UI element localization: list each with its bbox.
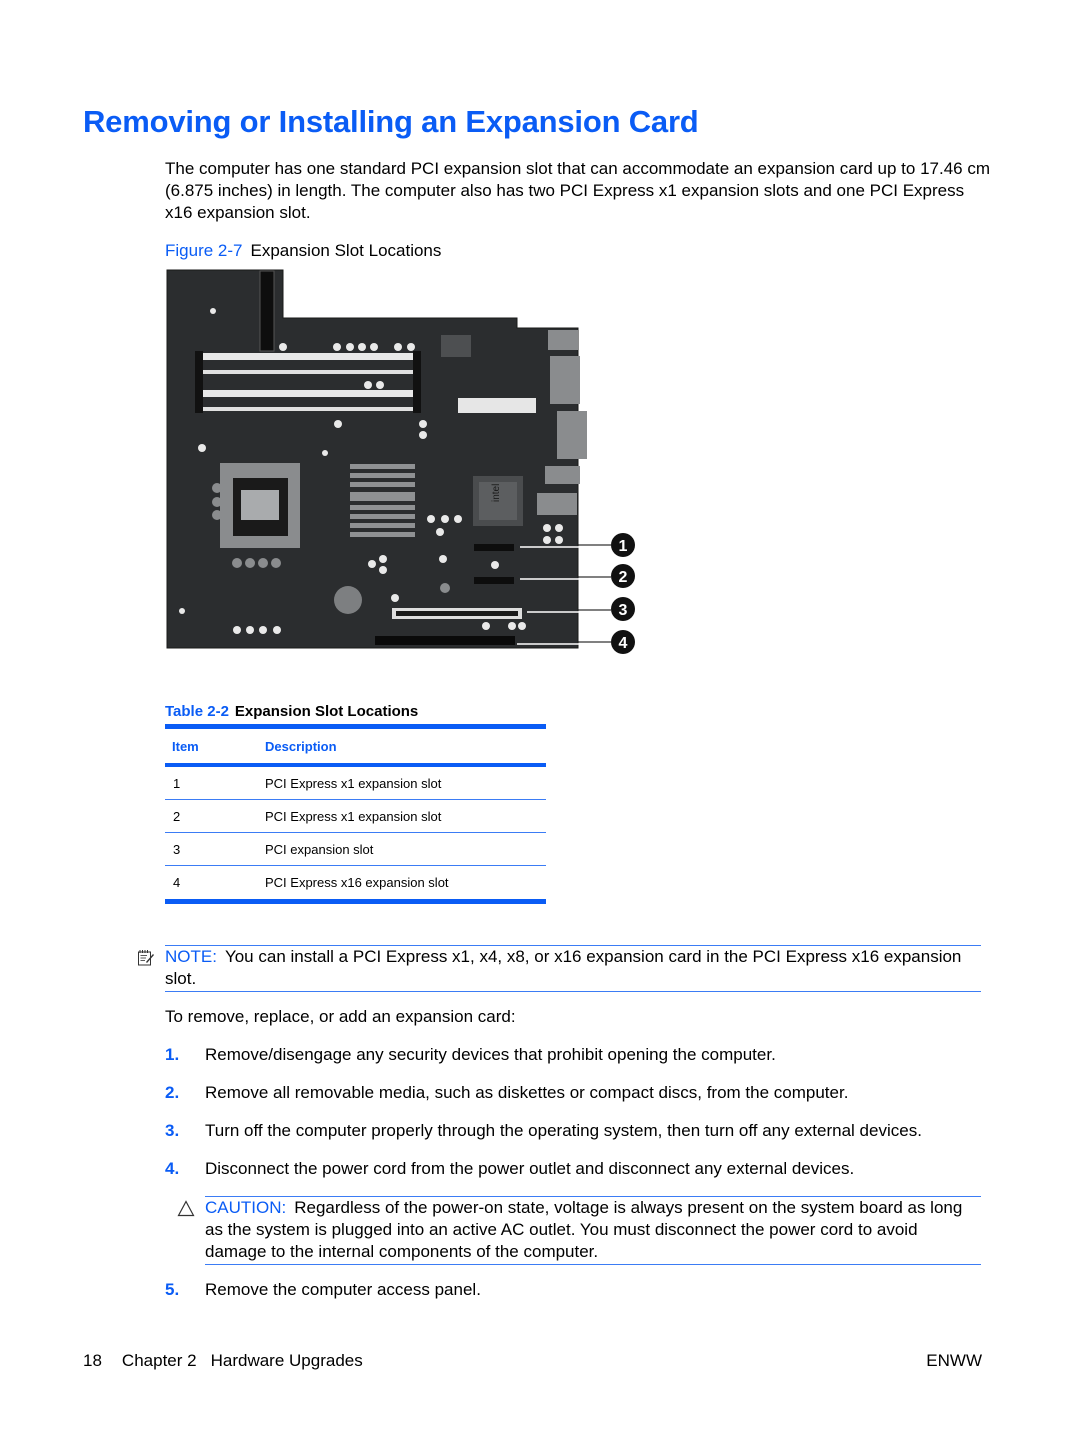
table-row: 1 PCI Express x1 expansion slot (165, 765, 546, 800)
system-board-figure: intel 1 2 3 4 (165, 268, 640, 658)
procedure-intro: To remove, replace, or add an expansion … (165, 1007, 516, 1026)
note-box: NOTE: You can install a PCI Express x1, x… (165, 945, 981, 992)
caution-box: CAUTION: Regardless of the power-on state… (205, 1196, 981, 1265)
step-number: 3. (165, 1121, 180, 1140)
callout-4: 4 (611, 630, 635, 654)
page-number: 18 (83, 1351, 102, 1370)
system-board (166, 269, 579, 649)
step-text: Turn off the computer properly through t… (205, 1121, 922, 1140)
cell-description: PCI Express x16 expansion slot (265, 875, 449, 890)
svg-text:4: 4 (619, 635, 628, 652)
step-1: 1. Remove/disengage any security devices … (165, 1044, 776, 1066)
cell-item: 3 (165, 832, 265, 866)
caution-triangle-icon (177, 1200, 195, 1217)
callout-3: 3 (611, 597, 635, 621)
header-item: Item (165, 726, 265, 767)
cell-description: PCI Express x1 expansion slot (265, 765, 546, 800)
step-text: Disconnect the power cord from the power… (205, 1159, 855, 1178)
step-4: 4. Disconnect the power cord from the pow… (165, 1158, 854, 1180)
intel-chip: intel (473, 476, 523, 526)
step-number: 5. (165, 1280, 180, 1299)
cpu-socket (220, 463, 300, 548)
step-text: Remove the computer access panel. (205, 1280, 481, 1299)
step-text: Remove/disengage any security devices th… (205, 1045, 776, 1064)
power-connector (458, 398, 536, 413)
intro-paragraph: The computer has one standard PCI expans… (165, 159, 990, 222)
step-number: 2. (165, 1083, 180, 1102)
step-number: 1. (165, 1045, 180, 1064)
footer-chapter-title: Hardware Upgrades (210, 1351, 363, 1370)
header-description: Description (265, 726, 546, 767)
caution-text: Regardless of the power-on state, voltag… (205, 1198, 963, 1261)
table-label[interactable]: Table 2-2 (165, 703, 229, 720)
expansion-slot-table: Item Description 1 PCI Express x1 expans… (165, 724, 546, 904)
chip-label: intel (491, 484, 502, 502)
note-icon (137, 949, 155, 967)
step-5: 5. Remove the computer access panel. (165, 1279, 481, 1301)
callout-1: 1 (611, 533, 635, 557)
table-header-row: Item Description (165, 726, 546, 767)
callout-2: 2 (611, 564, 635, 588)
cell-item: 2 (165, 799, 265, 833)
section-title: Removing or Installing an Expansion Card (83, 104, 699, 139)
pcie-x1-slot-2 (474, 577, 514, 584)
note-label: NOTE: (165, 947, 217, 966)
figure-label[interactable]: Figure 2-7 (165, 241, 242, 260)
svg-text:3: 3 (619, 602, 628, 619)
page-footer: 18 Chapter 2 Hardware Upgrades (83, 1350, 363, 1372)
pcie-x1-slot-1 (474, 544, 514, 551)
cell-description: PCI expansion slot (265, 832, 546, 866)
cell-description: PCI Express x1 expansion slot (265, 799, 546, 833)
cmos-battery (334, 586, 362, 614)
figure-caption: Figure 2-7 Expansion Slot Locations (165, 240, 441, 262)
table-row: 4 PCI Express x16 expansion slot (165, 866, 546, 902)
system-board-illustration: intel 1 2 3 4 (166, 269, 635, 654)
note-text: You can install a PCI Express x1, x4, x8… (165, 947, 962, 988)
pcie-x16-slot (375, 636, 515, 645)
footer-chapter: Chapter 2 (121, 1351, 197, 1370)
cell-item: 4 (173, 875, 181, 890)
step-2: 2. Remove all removable media, such as di… (165, 1082, 848, 1104)
step-text: Remove all removable media, such as disk… (205, 1083, 849, 1102)
caution-label: CAUTION: (205, 1198, 287, 1217)
step-3: 3. Turn off the computer properly through… (165, 1120, 922, 1142)
callout-lines-outline (578, 544, 611, 643)
figure-caption-text: Expansion Slot Locations (250, 241, 442, 260)
footer-locale: ENWW (926, 1351, 982, 1370)
svg-text:1: 1 (619, 538, 628, 555)
svg-text:2: 2 (619, 569, 628, 586)
table-row: 3 PCI expansion slot (165, 832, 546, 866)
table-caption-text: Expansion Slot Locations (234, 703, 419, 720)
ide-connector (259, 270, 275, 352)
table-row: 2 PCI Express x1 expansion slot (165, 799, 546, 833)
cell-item: 1 (165, 765, 265, 800)
super-io-chip (441, 335, 471, 357)
chipset-heatsink (350, 464, 415, 537)
step-number: 4. (165, 1159, 180, 1178)
table-caption: Table 2-2 Expansion Slot Locations (165, 703, 418, 720)
